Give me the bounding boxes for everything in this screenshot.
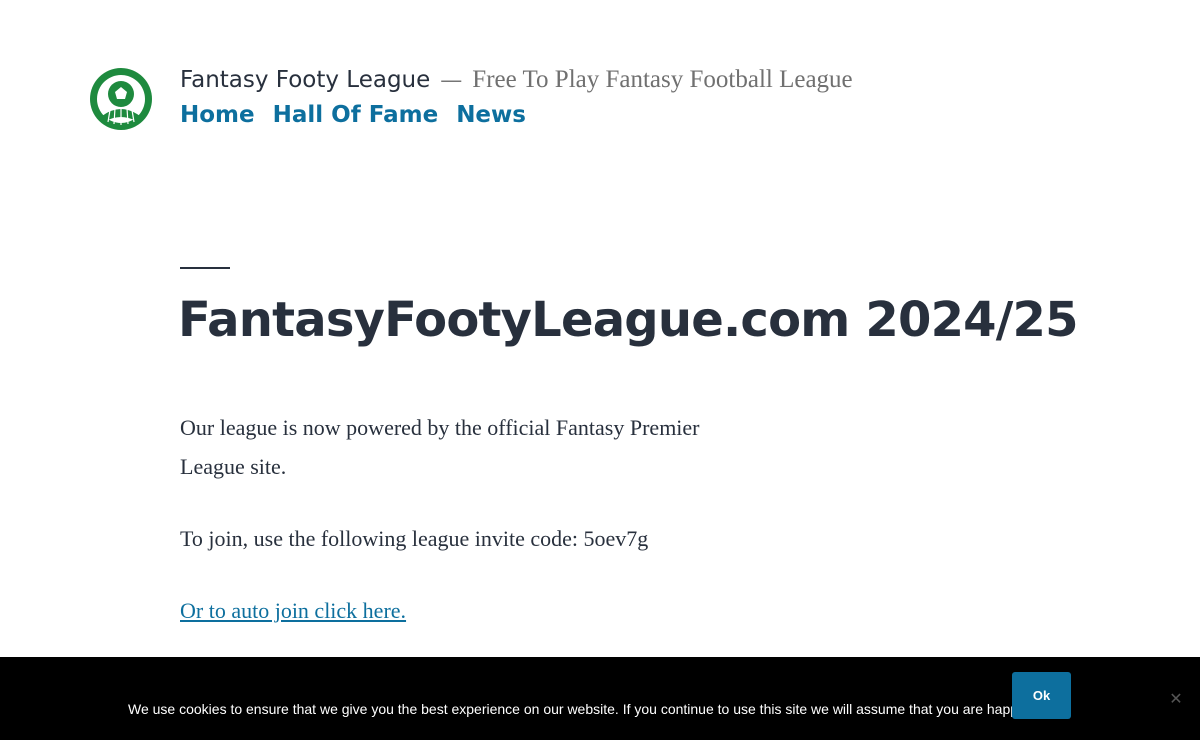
title-row: Fantasy Footy League — Free To Play Fant…	[180, 66, 853, 100]
nav-hall-of-fame-link[interactable]: Hall Of Fame	[273, 102, 439, 128]
site-tagline: Free To Play Fantasy Football League	[472, 66, 853, 93]
site-header: Fantasy Footy League — Free To Play Fant…	[88, 66, 853, 132]
close-icon[interactable]: ✕	[1167, 690, 1185, 708]
auto-join-link[interactable]: Or to auto join click here.	[180, 598, 406, 623]
soccer-ball-logo-icon[interactable]	[88, 66, 154, 132]
intro-paragraph: Our league is now powered by the officia…	[180, 415, 700, 479]
auto-join-paragraph: Or to auto join click here.	[180, 591, 740, 630]
site-branding: Fantasy Footy League — Free To Play Fant…	[180, 66, 853, 128]
primary-nav: Home Hall Of Fame News	[180, 102, 853, 128]
cookie-notice-bar: We use cookies to ensure that we give yo…	[0, 657, 1200, 740]
invite-code-paragraph: To join, use the following league invite…	[180, 526, 649, 551]
title-separator: —	[440, 68, 463, 93]
post-content: Our league is now powered by the officia…	[180, 408, 740, 663]
cookie-accept-button[interactable]: Ok	[1012, 672, 1071, 719]
nav-home-link[interactable]: Home	[180, 102, 255, 128]
page-title: FantasyFootyLeague.com 2024/25	[178, 292, 1079, 348]
nav-news-link[interactable]: News	[456, 102, 526, 128]
cookie-message: We use cookies to ensure that we give yo…	[128, 701, 1069, 717]
title-divider	[180, 267, 230, 269]
site-title-link[interactable]: Fantasy Footy League	[180, 67, 430, 93]
